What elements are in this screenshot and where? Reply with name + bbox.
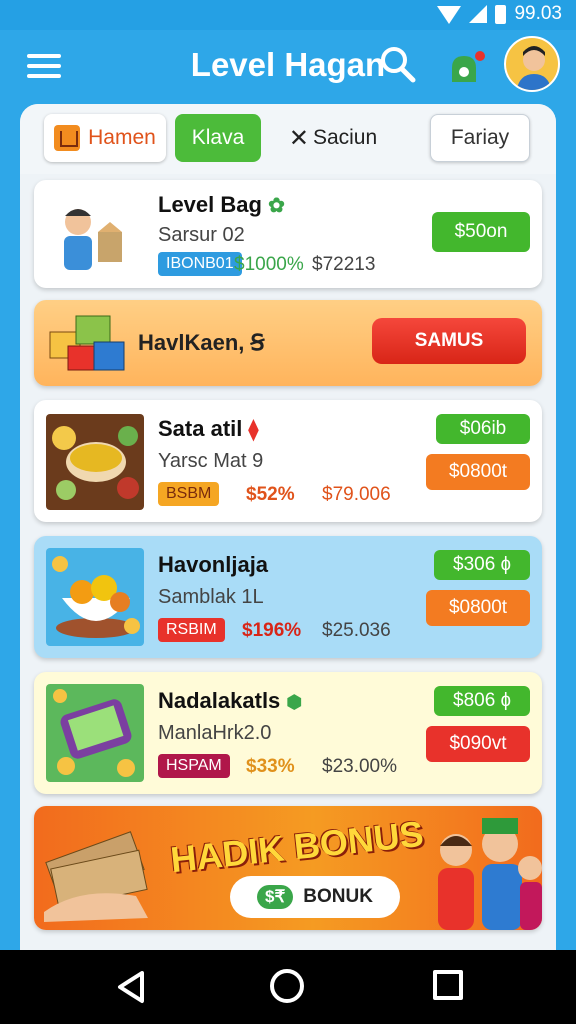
gift-boxes-icon — [46, 312, 128, 379]
item-image — [46, 414, 144, 510]
offer-button[interactable]: $090vt — [426, 726, 530, 762]
search-icon[interactable] — [380, 46, 416, 84]
item-price: $25.036 — [322, 620, 391, 641]
store-icon — [54, 125, 81, 151]
item-subtitle: Yarsc Mat 9 — [158, 450, 264, 472]
item-subtitle: ManlaHrk2.0 — [158, 722, 272, 744]
item-image — [46, 548, 144, 646]
price-button[interactable]: $06ib — [436, 414, 530, 444]
item-name: Sata atil ⧫ — [158, 416, 259, 441]
bonus-button-label: BONUK — [303, 886, 373, 907]
price-button[interactable]: $806 ɸ — [434, 686, 530, 716]
tab-bar: Hamen Klava ✕ Saciun Fariay — [20, 104, 556, 174]
home-icon[interactable] — [270, 969, 304, 1003]
item-price: $79.006 — [322, 484, 391, 505]
tab-label: Fariay — [450, 126, 510, 149]
offer-button[interactable]: $0800t — [426, 454, 530, 490]
status-time: 99.03 — [514, 3, 562, 24]
status-bar: 99.03 — [0, 0, 576, 30]
people-illustration — [426, 810, 542, 930]
item-name: Havonljaja — [158, 552, 269, 577]
list-item[interactable]: Sata atil ⧫ Yarsc Mat 9 BSBM $52% $79.00… — [34, 400, 542, 522]
close-icon: ✕ — [288, 124, 309, 152]
item-name: Nadalakatls ⬢ — [158, 688, 303, 713]
tab-label: Klava — [191, 126, 245, 149]
content-panel: Hamen Klava ✕ Saciun Fariay Level Bag ✿ … — [20, 104, 556, 964]
item-percent: $52% — [246, 484, 295, 505]
tab-hamen[interactable]: Hamen — [44, 114, 166, 162]
list-item[interactable]: Level Bag ✿ Sarsur 02 IBONB01 $1000% $72… — [34, 180, 542, 288]
item-image — [46, 192, 132, 276]
list-item[interactable]: Nadalakatls ⬢ ManlaHrk2.0 HSPAM $33% $23… — [34, 672, 542, 794]
item-percent: $33% — [246, 756, 295, 777]
money-stack-icon — [40, 826, 158, 930]
item-subtitle: Samblak 1L — [158, 586, 264, 608]
signal-icon — [469, 5, 488, 23]
app-bar: Level Hagan — [0, 30, 576, 104]
buy-button[interactable]: $50on — [432, 212, 530, 252]
avatar[interactable] — [504, 36, 560, 92]
back-icon[interactable] — [116, 970, 146, 1009]
samus-button[interactable]: SAMUS — [372, 318, 526, 364]
tab-klava[interactable]: Klava — [175, 114, 261, 162]
item-price: $23.00% — [322, 756, 398, 777]
item-badge: BSBM — [158, 482, 220, 506]
banner-title: HADIK BONUS — [168, 812, 426, 881]
tab-label: Saciun — [312, 126, 378, 149]
item-badge: HSPAM — [158, 754, 230, 778]
gift-icon[interactable] — [446, 48, 490, 88]
bonus-banner[interactable]: HADIK BONUS $₹ BONUK — [34, 806, 542, 930]
battery-icon — [495, 4, 507, 24]
verified-icon: ✿ — [268, 195, 285, 217]
recent-apps-icon[interactable] — [433, 970, 463, 1000]
item-badge: IBONB01 — [158, 252, 242, 276]
currency-icon: $₹ — [257, 885, 294, 909]
promo-text: HavlKaen, Ꞩ — [138, 330, 265, 355]
price-button[interactable]: $306 ɸ — [434, 550, 530, 580]
item-image — [46, 684, 144, 782]
wifi-icon — [437, 6, 462, 24]
item-subtitle: Sarsur 02 — [158, 224, 245, 246]
system-nav-bar — [0, 950, 576, 1024]
verified-icon: ⬢ — [286, 692, 303, 712]
item-percent: $196% — [242, 620, 302, 641]
offer-button[interactable]: $0800t — [426, 590, 530, 626]
tab-label: Hamen — [88, 126, 156, 149]
promo-banner[interactable]: HavlKaen, Ꞩ SAMUS — [34, 300, 542, 386]
item-name: Level Bag ✿ — [158, 192, 285, 217]
badge-icon: ⧫ — [248, 419, 259, 441]
item-percent: $1000% — [234, 254, 304, 275]
item-price: $72213 — [312, 254, 376, 275]
item-badge: RSBIM — [158, 618, 225, 642]
tab-fariay[interactable]: Fariay — [430, 114, 530, 162]
bonus-button[interactable]: $₹ BONUK — [230, 876, 400, 918]
tab-saciun[interactable]: ✕ Saciun — [278, 114, 388, 162]
list-item[interactable]: Havonljaja Samblak 1L RSBIM $196% $25.03… — [34, 536, 542, 658]
